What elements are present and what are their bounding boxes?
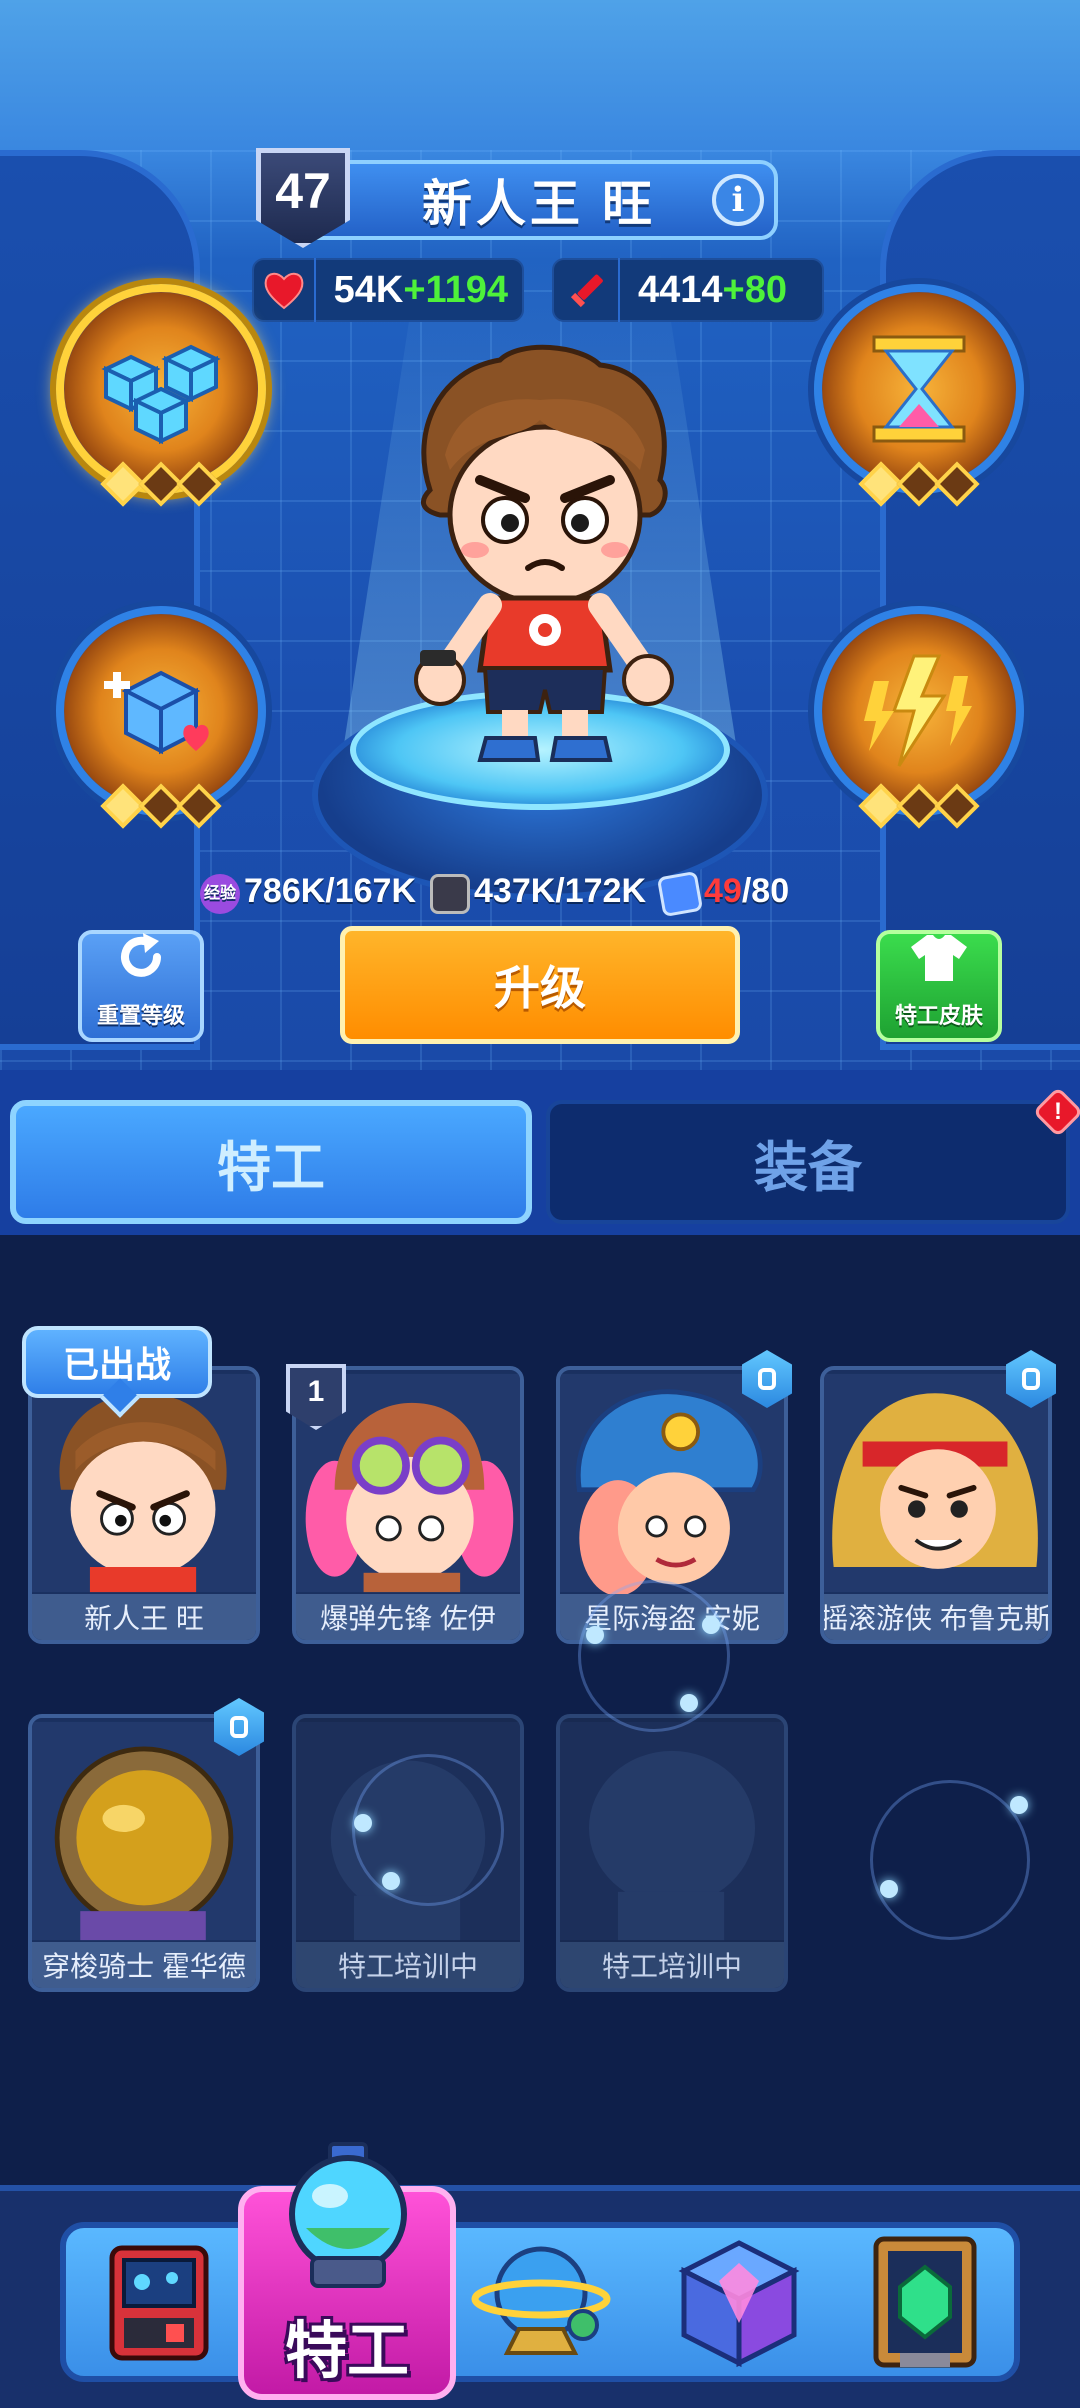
lightning-icon — [822, 614, 1016, 808]
player-level: 47 — [275, 163, 331, 219]
nav-agents-label: 特工 — [284, 2317, 409, 2386]
card-resource: 49/80 — [656, 870, 790, 917]
agent-name: 特工培训中 — [560, 1942, 784, 1988]
player-name: 新人王 旺 — [422, 176, 656, 232]
emerald-frame-icon[interactable] — [850, 2228, 1000, 2378]
agent-portrait-silhouette — [560, 1721, 784, 1941]
agent-character — [414, 344, 674, 762]
tape-resource: 437K/172K — [430, 872, 647, 914]
card-total: /80 — [741, 872, 790, 911]
agent-portrait-wang — [32, 1373, 256, 1593]
agent-card-wang[interactable]: 新人王 旺 — [28, 1366, 260, 1644]
skill-orb-cubes[interactable] — [56, 284, 266, 507]
heal-cube-icon — [64, 614, 258, 808]
resource-bar: 经验 786K/167K 437K/172K 49/80 — [200, 868, 789, 918]
agent-helmet-icon — [268, 2140, 428, 2300]
tape-value: 437K/172K — [474, 872, 647, 911]
attack-bonus: +80 — [722, 268, 788, 311]
agent-name: 爆弹先锋 佐伊 — [296, 1594, 520, 1640]
spinner-dot — [702, 1616, 720, 1634]
skill-orb-hourglass[interactable] — [814, 284, 1024, 507]
agent-card-icon — [656, 870, 704, 917]
cassette-icon — [430, 873, 471, 914]
agent-name: 特工培训中 — [296, 1942, 520, 1988]
spinner-dot — [586, 1626, 604, 1644]
loading-spinner — [352, 1754, 504, 1906]
attack-stat: 4414+80 — [552, 258, 824, 322]
planet-icon[interactable] — [466, 2228, 616, 2378]
upgrade-label: 升级 — [494, 962, 586, 1014]
sword-icon — [554, 258, 620, 322]
skill-orb-heal-cube[interactable] — [56, 606, 266, 829]
deployed-badge: 已出战 — [22, 1326, 212, 1398]
player-name-plate: 新人王 旺 — [300, 160, 778, 240]
spinner-dot — [382, 1872, 400, 1890]
crystal-cube-icon[interactable] — [664, 2228, 814, 2378]
tab-equipment[interactable]: 装备 — [546, 1100, 1070, 1224]
deployed-label: 已出战 — [62, 1344, 171, 1385]
agent-skin-button[interactable]: 特工皮肤 — [876, 930, 1002, 1042]
spinner-dot — [354, 1814, 372, 1832]
tab-agents-label: 特工 — [217, 1137, 325, 1198]
hourglass-icon — [822, 292, 1016, 486]
spinner-dot — [880, 1880, 898, 1898]
agent-name: 穿梭骑士 霍华德 — [32, 1942, 256, 1988]
tab-agents[interactable]: 特工 — [10, 1100, 532, 1224]
hp-stat: 54K+1194 — [252, 258, 524, 322]
agent-name: 新人王 旺 — [32, 1594, 256, 1640]
loading-spinner — [578, 1580, 730, 1732]
reset-level-label: 重置等级 — [96, 1003, 185, 1028]
hp-bonus: +1194 — [403, 268, 508, 311]
card-current: 49 — [704, 872, 742, 911]
alert-mark: ! — [1054, 1098, 1062, 1125]
hp-value: 54K — [333, 268, 404, 311]
info-icon[interactable]: i — [712, 174, 764, 226]
agent-skin-label: 特工皮肤 — [894, 1003, 983, 1028]
agent-name: 摇滚游侠 布鲁克斯 — [824, 1594, 1048, 1640]
tab-equipment-label: 装备 — [754, 1137, 862, 1198]
loading-spinner — [870, 1780, 1030, 1940]
reset-level-button[interactable]: 重置等级 — [78, 930, 204, 1042]
agent-card-howard[interactable]: 穿梭骑士 霍华德 — [28, 1714, 260, 1992]
cubes-icon — [64, 292, 258, 486]
agent-portrait-brooks — [824, 1373, 1048, 1593]
exp-value: 786K/167K — [244, 872, 417, 911]
skill-orb-lightning[interactable] — [814, 606, 1024, 829]
upgrade-button[interactable]: 升级 — [340, 926, 740, 1044]
spinner-dot — [1010, 1796, 1028, 1814]
exp-icon: 经验 — [200, 873, 240, 914]
agent-card-brooks[interactable]: 摇滚游侠 布鲁克斯 — [820, 1366, 1052, 1644]
exp-resource: 经验 786K/167K — [200, 872, 417, 914]
agent-card-training-2[interactable]: 特工培训中 — [556, 1714, 788, 1992]
refresh-icon — [113, 929, 169, 998]
arcade-machine-icon[interactable] — [84, 2228, 234, 2378]
spinner-dot — [680, 1694, 698, 1712]
tshirt-icon — [909, 931, 969, 998]
agent-portrait-annie — [560, 1373, 784, 1596]
attack-value: 4414 — [638, 268, 723, 311]
heart-icon — [254, 258, 316, 322]
agent-portrait-howard — [32, 1721, 256, 1941]
agent-level: 1 — [307, 1375, 325, 1408]
